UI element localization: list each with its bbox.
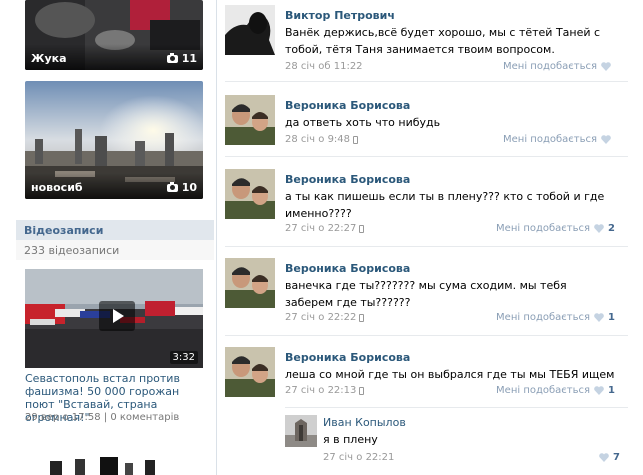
left-column: Жука 11 новосиб 10 Відеозаписи 233 відео… (0, 0, 216, 475)
video-meta: 29 вер о 17:58 | 0 коментарів (25, 412, 179, 423)
like-button[interactable]: Мені подобається (503, 61, 615, 72)
like-button[interactable]: Мені подобається 1 (496, 312, 615, 323)
video-thumbnail[interactable]: 3:32 (25, 269, 203, 368)
like-button[interactable]: Мені подобається 2 (496, 223, 615, 234)
comment-text: а ты как пишешь если ты в плену??? кто с… (285, 190, 605, 220)
avatar-image (225, 169, 275, 219)
album-novosib[interactable]: новосиб 10 (25, 81, 203, 199)
avatar[interactable] (225, 258, 275, 308)
comment-author-link[interactable]: Вероника Борисова (285, 262, 410, 275)
album-name: Жука (31, 52, 67, 65)
comment-text: ванечка где ты??????? мы сума сходим. мы… (285, 279, 567, 309)
avatar-image (225, 5, 275, 55)
like-count: 2 (608, 223, 615, 234)
videos-count[interactable]: 233 відеозаписи (16, 240, 214, 260)
like-button[interactable]: 7 (599, 452, 620, 463)
comment-divider (225, 81, 628, 82)
comment-date-text: 27 січ о 22:13 (285, 385, 357, 396)
comment: Вероника Борисова ванечка где ты??????? … (225, 258, 625, 328)
heart-icon (594, 386, 604, 395)
mobile-icon (359, 313, 365, 322)
videos-section-header[interactable]: Відеозаписи (16, 220, 214, 240)
like-label: Мені подобається (496, 312, 591, 323)
comment-divider (225, 335, 628, 336)
video-meta-separator: | (103, 412, 108, 423)
comment-author-link[interactable]: Вероника Борисова (285, 173, 410, 186)
album-count: 11 (166, 52, 197, 65)
comment-date[interactable]: 28 січ об 11:22 (285, 61, 363, 72)
album-count: 10 (166, 181, 197, 194)
videos-header-label: Відеозаписи (24, 224, 104, 237)
like-label: Мені подобається (503, 134, 597, 145)
like-label: Мені подобається (503, 61, 597, 72)
comment-date-text: 27 січ о 22:22 (285, 312, 357, 323)
comment-date[interactable]: 27 січ о 22:22 (285, 312, 365, 323)
comment-author-link[interactable]: Вероника Борисова (285, 351, 410, 364)
album-count-value: 10 (181, 181, 197, 194)
comment: Виктор Петрович Ванёк держись,всё будет … (225, 5, 625, 75)
reply-date[interactable]: 27 січ о 22:21 (323, 452, 394, 463)
comment-author-link[interactable]: Вероника Борисова (285, 99, 410, 112)
comment-date-text: 28 січ об 11:22 (285, 61, 363, 72)
heart-icon (601, 135, 611, 144)
comment-divider (285, 407, 628, 408)
video-duration: 3:32 (169, 351, 198, 364)
like-count: 1 (608, 312, 615, 323)
like-count: 7 (613, 452, 620, 463)
mobile-icon (359, 224, 365, 233)
reply-comment: Иван Копылов я в плену 27 січ о 22:21 7 (285, 415, 630, 465)
column-divider (216, 0, 217, 475)
next-video-thumbnail[interactable] (45, 455, 195, 475)
camera-icon (166, 52, 178, 63)
comment-divider (225, 246, 628, 247)
heart-icon (601, 62, 611, 71)
like-label: Мені подобається (496, 223, 591, 234)
heart-icon (594, 224, 604, 233)
like-button[interactable]: Мені подобається 1 (496, 385, 615, 396)
avatar[interactable] (225, 347, 275, 397)
comment-text: да ответь хоть что нибудь (285, 116, 441, 129)
play-icon[interactable] (99, 301, 135, 331)
album-count-value: 11 (181, 52, 197, 65)
avatar-image (225, 95, 275, 145)
like-count: 1 (608, 385, 615, 396)
avatar-image (225, 258, 275, 308)
comment: Вероника Борисова леша со мной где ты он… (225, 347, 625, 402)
comment-divider (225, 156, 628, 157)
comment: Вероника Борисова а ты как пишешь если т… (225, 169, 625, 239)
video-comments-link[interactable]: 0 коментарів (110, 412, 179, 423)
heart-icon (599, 453, 609, 462)
comment-date[interactable]: 27 січ о 22:13 (285, 385, 365, 396)
comment-date[interactable]: 27 січ о 22:27 (285, 223, 365, 234)
heart-icon (594, 313, 604, 322)
comment-date-text: 27 січ о 22:27 (285, 223, 357, 234)
comment-text: леша со мной где ты он выбрался где ты м… (285, 368, 615, 381)
like-button[interactable]: Мені подобається (503, 134, 615, 145)
reply-date-text: 27 січ о 22:21 (323, 452, 395, 463)
comment-date[interactable]: 28 січ о 9:48 (285, 134, 359, 145)
avatar[interactable] (225, 95, 275, 145)
comment: Вероника Борисова да ответь хоть что ниб… (225, 95, 625, 150)
camera-icon (166, 181, 178, 192)
avatar[interactable] (225, 169, 275, 219)
video-date: 29 вер о 17:58 (25, 412, 101, 423)
album-name: новосиб (31, 181, 83, 194)
avatar[interactable] (225, 5, 275, 55)
reply-text: я в плену (323, 433, 378, 446)
avatar-image (225, 347, 275, 397)
avatar[interactable] (285, 415, 317, 447)
comment-author-link[interactable]: Виктор Петрович (285, 9, 395, 22)
like-label: Мені подобається (496, 385, 591, 396)
mobile-icon (353, 135, 359, 144)
reply-author-link[interactable]: Иван Копылов (323, 416, 406, 429)
album-zhuka[interactable]: Жука 11 (25, 0, 203, 70)
mobile-icon (359, 386, 365, 395)
avatar-image (285, 415, 317, 447)
comment-date-text: 28 січ о 9:48 (285, 134, 351, 145)
comment-text: Ванёк держись,всё будет хорошо, мы с тёт… (285, 26, 601, 56)
